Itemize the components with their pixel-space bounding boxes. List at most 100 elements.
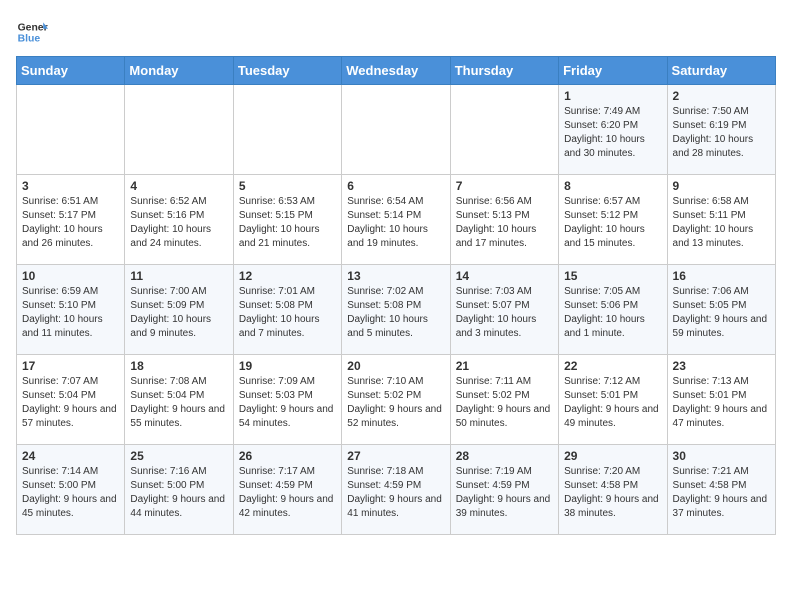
day-info: Sunrise: 7:18 AM Sunset: 4:59 PM Dayligh… [347,465,444,521]
calendar-cell: 19 Sunrise: 7:09 AM Sunset: 5:03 PM Dayli… [233,355,341,445]
calendar-week-5: 24Sunrise: 7:14 AM Sunset: 5:00 PM Dayli… [17,445,776,535]
calendar-cell [450,85,558,175]
day-number: 18 [130,359,227,373]
calendar-cell [342,85,450,175]
calendar-cell: 22 Sunrise: 7:12 AM Sunset: 5:01 PM Dayli… [559,355,667,445]
calendar-cell: 13Sunrise: 7:02 AM Sunset: 5:08 PM Dayli… [342,265,450,355]
day-number: 2 [673,89,770,103]
day-number: 20 [347,359,444,373]
day-info: Sunrise: 7:00 AM Sunset: 5:09 PM Dayligh… [130,285,227,341]
day-number: 16 [673,269,770,283]
calendar-cell: 25 Sunrise: 7:16 AM Sunset: 5:00 PM Dayli… [125,445,233,535]
calendar-cell: 2 Sunrise: 7:50 AM Sunset: 6:19 PM Daylig… [667,85,775,175]
day-number: 19 [239,359,336,373]
day-number: 30 [673,449,770,463]
page-header: General Blue [16,16,776,48]
calendar-header-row: SundayMondayTuesdayWednesdayThursdayFrid… [17,57,776,85]
day-number: 29 [564,449,661,463]
weekday-header-monday: Monday [125,57,233,85]
calendar-cell: 23 Sunrise: 7:13 AM Sunset: 5:01 PM Dayli… [667,355,775,445]
day-info: Sunrise: 6:59 AM Sunset: 5:10 PM Dayligh… [22,285,119,341]
calendar-cell: 21 Sunrise: 7:11 AM Sunset: 5:02 PM Dayli… [450,355,558,445]
day-info: Sunrise: 7:19 AM Sunset: 4:59 PM Dayligh… [456,465,553,521]
day-info: Sunrise: 7:01 AM Sunset: 5:08 PM Dayligh… [239,285,336,341]
calendar-cell: 1 Sunrise: 7:49 AM Sunset: 6:20 PM Daylig… [559,85,667,175]
calendar-cell: 5Sunrise: 6:53 AM Sunset: 5:15 PM Daylig… [233,175,341,265]
calendar-cell: 26 Sunrise: 7:17 AM Sunset: 4:59 PM Dayli… [233,445,341,535]
day-info: Sunrise: 7:06 AM Sunset: 5:05 PM Dayligh… [673,285,770,341]
day-number: 22 [564,359,661,373]
calendar-cell: 8 Sunrise: 6:57 AM Sunset: 5:12 PM Daylig… [559,175,667,265]
day-info: Sunrise: 7:08 AM Sunset: 5:04 PM Dayligh… [130,375,227,431]
calendar-week-2: 3 Sunrise: 6:51 AM Sunset: 5:17 PM Daylig… [17,175,776,265]
calendar-cell: 10 Sunrise: 6:59 AM Sunset: 5:10 PM Dayli… [17,265,125,355]
calendar-cell: 12Sunrise: 7:01 AM Sunset: 5:08 PM Dayli… [233,265,341,355]
day-info: Sunrise: 7:21 AM Sunset: 4:58 PM Dayligh… [673,465,770,521]
day-info: Sunrise: 7:17 AM Sunset: 4:59 PM Dayligh… [239,465,336,521]
calendar-cell: 3 Sunrise: 6:51 AM Sunset: 5:17 PM Daylig… [17,175,125,265]
day-number: 26 [239,449,336,463]
day-info: Sunrise: 7:09 AM Sunset: 5:03 PM Dayligh… [239,375,336,431]
calendar-cell [125,85,233,175]
day-info: Sunrise: 6:57 AM Sunset: 5:12 PM Dayligh… [564,195,661,251]
day-info: Sunrise: 7:07 AM Sunset: 5:04 PM Dayligh… [22,375,119,431]
calendar-cell: 17 Sunrise: 7:07 AM Sunset: 5:04 PM Dayli… [17,355,125,445]
logo-icon: General Blue [16,16,48,48]
day-info: Sunrise: 7:11 AM Sunset: 5:02 PM Dayligh… [456,375,553,431]
day-info: Sunrise: 6:52 AM Sunset: 5:16 PM Dayligh… [130,195,227,251]
calendar-week-3: 10 Sunrise: 6:59 AM Sunset: 5:10 PM Dayli… [17,265,776,355]
calendar-cell: 14 Sunrise: 7:03 AM Sunset: 5:07 PM Dayli… [450,265,558,355]
weekday-header-saturday: Saturday [667,57,775,85]
day-info: Sunrise: 7:50 AM Sunset: 6:19 PM Dayligh… [673,105,770,161]
calendar-cell: 28 Sunrise: 7:19 AM Sunset: 4:59 PM Dayli… [450,445,558,535]
calendar-table: SundayMondayTuesdayWednesdayThursdayFrid… [16,56,776,535]
calendar-cell: 29 Sunrise: 7:20 AM Sunset: 4:58 PM Dayli… [559,445,667,535]
weekday-header-wednesday: Wednesday [342,57,450,85]
day-number: 23 [673,359,770,373]
day-number: 8 [564,179,661,193]
day-number: 11 [130,269,227,283]
weekday-header-sunday: Sunday [17,57,125,85]
day-info: Sunrise: 6:56 AM Sunset: 5:13 PM Dayligh… [456,195,553,251]
day-info: Sunrise: 7:16 AM Sunset: 5:00 PM Dayligh… [130,465,227,521]
calendar-cell: 9 Sunrise: 6:58 AM Sunset: 5:11 PM Daylig… [667,175,775,265]
calendar-cell [233,85,341,175]
day-number: 9 [673,179,770,193]
calendar-week-1: 1 Sunrise: 7:49 AM Sunset: 6:20 PM Daylig… [17,85,776,175]
day-number: 10 [22,269,119,283]
day-number: 3 [22,179,119,193]
day-info: Sunrise: 7:20 AM Sunset: 4:58 PM Dayligh… [564,465,661,521]
day-number: 13 [347,269,444,283]
calendar-cell: 20 Sunrise: 7:10 AM Sunset: 5:02 PM Dayli… [342,355,450,445]
day-info: Sunrise: 6:58 AM Sunset: 5:11 PM Dayligh… [673,195,770,251]
day-number: 17 [22,359,119,373]
day-number: 28 [456,449,553,463]
day-info: Sunrise: 7:49 AM Sunset: 6:20 PM Dayligh… [564,105,661,161]
day-info: Sunrise: 7:10 AM Sunset: 5:02 PM Dayligh… [347,375,444,431]
day-number: 14 [456,269,553,283]
calendar-cell [17,85,125,175]
calendar-cell: 11 Sunrise: 7:00 AM Sunset: 5:09 PM Dayli… [125,265,233,355]
day-number: 25 [130,449,227,463]
svg-text:Blue: Blue [18,34,41,45]
day-info: Sunrise: 7:12 AM Sunset: 5:01 PM Dayligh… [564,375,661,431]
day-number: 21 [456,359,553,373]
day-info: Sunrise: 7:05 AM Sunset: 5:06 PM Dayligh… [564,285,661,341]
calendar-cell: 18 Sunrise: 7:08 AM Sunset: 5:04 PM Dayli… [125,355,233,445]
calendar-body: 1 Sunrise: 7:49 AM Sunset: 6:20 PM Daylig… [17,85,776,535]
day-info: Sunrise: 7:13 AM Sunset: 5:01 PM Dayligh… [673,375,770,431]
calendar-cell: 24Sunrise: 7:14 AM Sunset: 5:00 PM Dayli… [17,445,125,535]
day-number: 1 [564,89,661,103]
calendar-cell: 27Sunrise: 7:18 AM Sunset: 4:59 PM Dayli… [342,445,450,535]
weekday-header-friday: Friday [559,57,667,85]
calendar-cell: 30 Sunrise: 7:21 AM Sunset: 4:58 PM Dayli… [667,445,775,535]
calendar-cell: 4Sunrise: 6:52 AM Sunset: 5:16 PM Daylig… [125,175,233,265]
day-number: 24 [22,449,119,463]
calendar-cell: 16 Sunrise: 7:06 AM Sunset: 5:05 PM Dayli… [667,265,775,355]
day-info: Sunrise: 6:51 AM Sunset: 5:17 PM Dayligh… [22,195,119,251]
day-info: Sunrise: 7:03 AM Sunset: 5:07 PM Dayligh… [456,285,553,341]
calendar-week-4: 17 Sunrise: 7:07 AM Sunset: 5:04 PM Dayli… [17,355,776,445]
weekday-header-tuesday: Tuesday [233,57,341,85]
weekday-header-thursday: Thursday [450,57,558,85]
day-info: Sunrise: 6:53 AM Sunset: 5:15 PM Dayligh… [239,195,336,251]
